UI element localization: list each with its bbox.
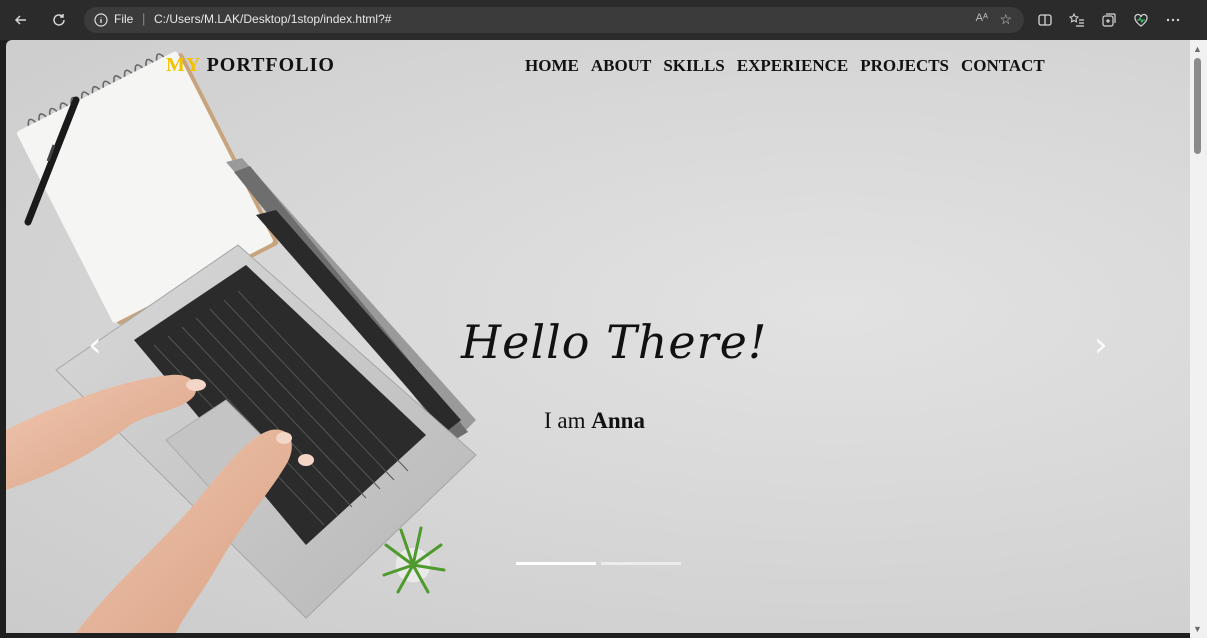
url-text[interactable]: C:/Users/M.LAK/Desktop/1stop/index.html?…: [154, 12, 391, 26]
site-logo[interactable]: MY PORTFOLIO: [166, 54, 335, 77]
scroll-up-icon[interactable]: ▲: [1193, 44, 1202, 54]
carousel-indicator-1[interactable]: [516, 562, 596, 565]
nav-contact[interactable]: CONTACT: [961, 56, 1045, 76]
health-heart-icon[interactable]: [1130, 9, 1152, 31]
hero-greeting: Hello There!: [461, 315, 768, 369]
hero-intro: I am Anna: [544, 408, 645, 434]
browser-toolbar: File | C:/Users/M.LAK/Desktop/1stop/inde…: [0, 0, 1207, 40]
hero-name: Anna: [591, 408, 645, 433]
address-bar[interactable]: File | C:/Users/M.LAK/Desktop/1stop/inde…: [84, 7, 1024, 33]
read-aloud-icon[interactable]: Aᴬ: [976, 12, 988, 24]
more-options-icon[interactable]: [1162, 9, 1184, 31]
carousel-prev-icon[interactable]: ‹: [88, 325, 102, 365]
page-scrollbar[interactable]: ▲ ▼: [1190, 40, 1207, 638]
nav-about[interactable]: ABOUT: [591, 56, 651, 76]
scroll-down-icon[interactable]: ▼: [1193, 624, 1202, 634]
nav-projects[interactable]: PROJECTS: [860, 56, 949, 76]
page-viewport: MY PORTFOLIO HOME ABOUT SKILLS EXPERIENC…: [6, 40, 1190, 633]
protocol-label: File: [114, 12, 134, 26]
split-screen-icon[interactable]: [1034, 9, 1056, 31]
main-navigation: HOME ABOUT SKILLS EXPERIENCE PROJECTS CO…: [525, 56, 1045, 76]
plant-illustration: [382, 526, 446, 594]
carousel-indicator-2[interactable]: [601, 562, 681, 565]
favorites-list-icon[interactable]: [1066, 9, 1088, 31]
nav-experience[interactable]: EXPERIENCE: [737, 56, 848, 76]
info-icon[interactable]: [94, 13, 108, 27]
back-icon[interactable]: [10, 9, 32, 31]
logo-prefix: MY: [166, 54, 201, 76]
carousel-next-icon[interactable]: ›: [1094, 325, 1108, 365]
scrollbar-thumb[interactable]: [1194, 58, 1201, 154]
collections-icon[interactable]: [1098, 9, 1120, 31]
logo-text: PORTFOLIO: [206, 54, 335, 76]
nav-skills[interactable]: SKILLS: [663, 56, 724, 76]
url-separator: |: [142, 11, 146, 26]
hero-intro-prefix: I am: [544, 408, 592, 433]
favorite-star-icon[interactable]: ☆: [999, 11, 1012, 28]
refresh-icon[interactable]: [48, 9, 70, 31]
nav-home[interactable]: HOME: [525, 56, 579, 76]
